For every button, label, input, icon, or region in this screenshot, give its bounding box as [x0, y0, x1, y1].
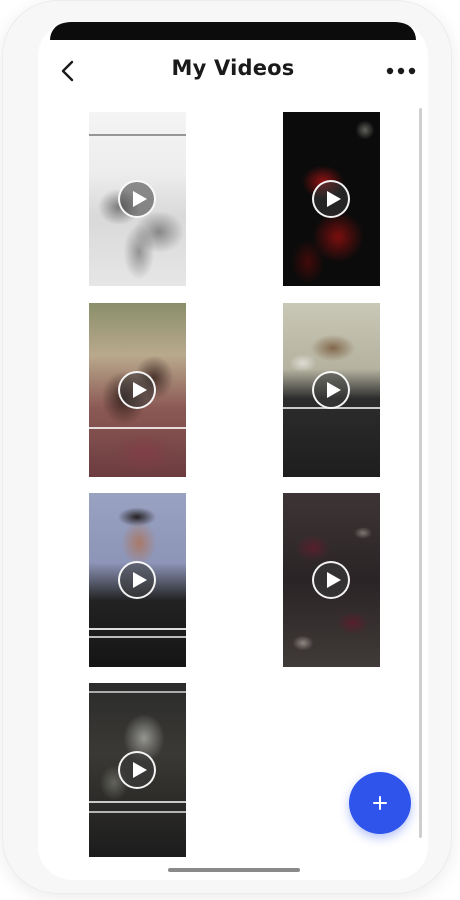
play-circle-icon	[118, 371, 156, 409]
play-circle-icon	[118, 561, 156, 599]
device-frame: My Videos	[2, 0, 452, 894]
video-thumbnail[interactable]	[89, 303, 186, 477]
play-circle-icon	[312, 180, 350, 218]
play-circle-icon	[312, 561, 350, 599]
page-title: My Videos	[171, 56, 295, 80]
home-indicator	[168, 868, 300, 872]
video-thumbnail[interactable]	[89, 112, 186, 286]
top-app-bar: My Videos	[38, 50, 428, 90]
status-bar	[50, 22, 416, 40]
video-grid	[38, 112, 428, 872]
scrollbar[interactable]	[419, 108, 422, 838]
play-circle-icon	[118, 180, 156, 218]
video-thumbnail[interactable]	[89, 493, 186, 667]
play-circle-icon	[312, 371, 350, 409]
play-circle-icon	[118, 751, 156, 789]
app-screen: My Videos	[38, 22, 428, 880]
video-thumbnail[interactable]	[283, 303, 380, 477]
video-thumbnail[interactable]	[283, 112, 380, 286]
add-video-button[interactable]	[349, 772, 411, 834]
more-options-button[interactable]	[384, 58, 418, 84]
video-thumbnail[interactable]	[89, 683, 186, 857]
more-horizontal-icon	[386, 67, 416, 75]
video-thumbnail[interactable]	[283, 493, 380, 667]
